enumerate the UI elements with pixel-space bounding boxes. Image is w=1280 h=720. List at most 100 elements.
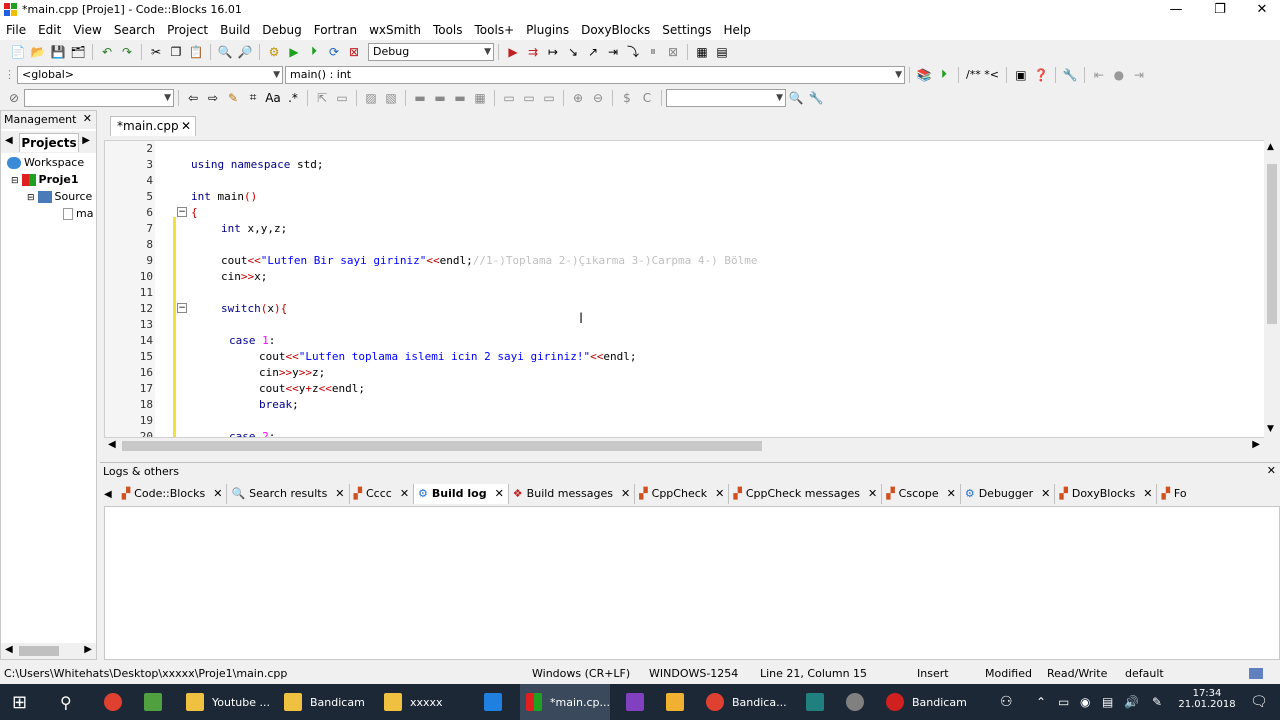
pen-icon[interactable]: ✎ (1152, 684, 1162, 720)
editor-hscroll[interactable]: ◀ ▶ (104, 438, 1264, 454)
back-icon[interactable]: ⇦ (184, 89, 202, 107)
doxy-comment-button[interactable]: /** *< (966, 68, 999, 81)
replace-icon[interactable]: 🔎 (236, 43, 254, 61)
search-icon[interactable]: ⚲ (60, 684, 72, 720)
highlight-icon[interactable]: ✎ (224, 89, 242, 107)
close-icon[interactable]: ✕ (868, 484, 877, 504)
run-to-cursor-icon[interactable]: ⇉ (524, 43, 542, 61)
debug-info-icon[interactable]: ▤ (713, 43, 731, 61)
shape-c-icon[interactable]: ▭ (540, 89, 558, 107)
regex-icon[interactable]: Aa (264, 89, 282, 107)
scroll-left-icon[interactable]: ◀ (108, 439, 116, 450)
redo-icon[interactable]: ↷ (118, 43, 136, 61)
next-line-icon[interactable]: ↦ (544, 43, 562, 61)
app-icon[interactable] (666, 684, 692, 720)
menu-settings[interactable]: Settings (656, 20, 717, 40)
tree-file[interactable]: ma (63, 207, 93, 220)
save-icon[interactable]: 💾 (49, 43, 67, 61)
settings-icon[interactable]: 🔧 (807, 89, 825, 107)
pointer-icon[interactable]: ⇱ (313, 89, 331, 107)
close-button[interactable]: ✕ (1240, 0, 1280, 20)
people-icon[interactable]: ⚇ (1000, 684, 1013, 720)
scroll-up-icon[interactable]: ▲ (1267, 142, 1274, 152)
collapse-icon[interactable]: ⊟ (11, 176, 19, 186)
fold-icon[interactable]: − (177, 207, 187, 217)
clock[interactable]: 17:34 21.01.2018 (1172, 688, 1242, 710)
notepad-icon[interactable] (144, 684, 170, 720)
battery-icon[interactable]: ▭ (1058, 684, 1069, 720)
jump-icon[interactable]: 📚 (915, 66, 933, 84)
close-icon[interactable]: ✕ (947, 484, 956, 504)
minimize-button[interactable]: — (1154, 0, 1198, 20)
network-icon[interactable]: ▤ (1102, 684, 1113, 720)
tab-codeblocks[interactable]: ▞ Code::Blocks ✕ (118, 484, 228, 504)
wildcard-icon[interactable]: .* (284, 89, 302, 107)
text-icon[interactable]: ▧ (382, 89, 400, 107)
search-combo[interactable]: ▼ (666, 88, 786, 107)
zoom-in-icon[interactable]: ⊕ (569, 89, 587, 107)
tray-chevron-icon[interactable]: ⌃ (1036, 684, 1046, 720)
wrench-icon[interactable]: 🔧 (1061, 66, 1079, 84)
run-icon[interactable]: ▶ (285, 43, 303, 61)
step-instruction-icon[interactable]: ⤵ (624, 43, 642, 61)
tab-cccc[interactable]: ▞ Cccc ✕ (350, 484, 415, 504)
doxy-help-icon[interactable]: ❓ (1032, 66, 1050, 84)
taskbar-app-bandicam[interactable]: Bandicam (886, 684, 967, 720)
next-bookmark-icon[interactable]: ⇥ (1130, 66, 1148, 84)
menu-tools[interactable]: Tools (427, 20, 469, 40)
tab-doxyblocks[interactable]: ▞ DoxyBlocks ✕ (1055, 484, 1158, 504)
chrome-icon[interactable] (104, 684, 130, 720)
shape-a-icon[interactable]: ▭ (500, 89, 518, 107)
collapse-icon[interactable]: ⊟ (27, 193, 35, 203)
close-icon[interactable]: ✕ (1041, 484, 1050, 504)
scroll-down-icon[interactable]: ▼ (1267, 424, 1274, 434)
stop-icon[interactable]: ⊠ (664, 43, 682, 61)
align-left-icon[interactable]: ▬ (411, 89, 429, 107)
taskbar-app-youtube[interactable]: Youtube ... (186, 684, 270, 720)
menu-search[interactable]: Search (108, 20, 161, 40)
search-icon[interactable]: 🔍 (787, 89, 805, 107)
clear-icon[interactable]: ⊘ (5, 89, 23, 107)
search-input[interactable]: ▼ (24, 88, 174, 107)
tab-main-cpp[interactable]: *main.cpp ✕ (110, 116, 196, 136)
close-icon[interactable]: ✕ (1267, 464, 1276, 477)
menu-file[interactable]: File (0, 20, 32, 40)
azure-icon[interactable] (484, 684, 510, 720)
save-all-icon[interactable]: 🗂 (69, 43, 87, 61)
menu-build[interactable]: Build (214, 20, 256, 40)
build-run-icon[interactable]: ⏵ (305, 43, 323, 61)
jump-run-icon[interactable]: ⏵ (935, 66, 953, 84)
tab-projects[interactable]: Projects (19, 133, 79, 152)
abort-icon[interactable]: ⊠ (345, 43, 363, 61)
scroll-thumb[interactable] (1267, 164, 1277, 324)
taskbar-app-bandicam-folder[interactable]: Bandicam (284, 684, 365, 720)
volume-icon[interactable]: 🔊 (1124, 684, 1139, 720)
tree-sources[interactable]: ⊟ Source (27, 190, 92, 203)
shape-b-icon[interactable]: ▭ (520, 89, 538, 107)
menu-doxyblocks[interactable]: DoxyBlocks (575, 20, 656, 40)
maximize-button[interactable]: ❐ (1198, 0, 1242, 20)
scroll-right-icon[interactable]: ▶ (1252, 439, 1260, 450)
close-icon[interactable]: ✕ (213, 484, 222, 504)
cut-icon[interactable]: ✂ (147, 43, 165, 61)
start-icon[interactable]: ⊞ (12, 684, 27, 720)
tab-right-icon[interactable]: ▶ (82, 135, 90, 146)
tab-left-icon[interactable]: ◀ (104, 489, 112, 500)
open-icon[interactable]: 📂 (29, 43, 47, 61)
new-file-icon[interactable]: 📄 (9, 43, 27, 61)
close-icon[interactable]: ✕ (335, 484, 344, 504)
close-icon[interactable]: ✕ (1143, 484, 1152, 504)
bookmark-icon[interactable]: ● (1110, 66, 1128, 84)
step-out-icon[interactable]: ↗ (584, 43, 602, 61)
build-log-output[interactable] (104, 506, 1280, 660)
scroll-thumb[interactable] (19, 646, 59, 656)
prev-bookmark-icon[interactable]: ⇤ (1090, 66, 1108, 84)
select-icon[interactable]: ⌗ (244, 89, 262, 107)
build-gear-icon[interactable]: ⚙ (265, 43, 283, 61)
image-icon[interactable]: ▨ (362, 89, 380, 107)
copy-icon[interactable]: ❐ (167, 43, 185, 61)
notification-icon[interactable]: 🗨 (1250, 684, 1268, 720)
paste-icon[interactable]: 📋 (187, 43, 205, 61)
taskbar-app-bandicam-chrome[interactable]: Bandica... (706, 684, 787, 720)
terminal-icon[interactable] (806, 684, 832, 720)
